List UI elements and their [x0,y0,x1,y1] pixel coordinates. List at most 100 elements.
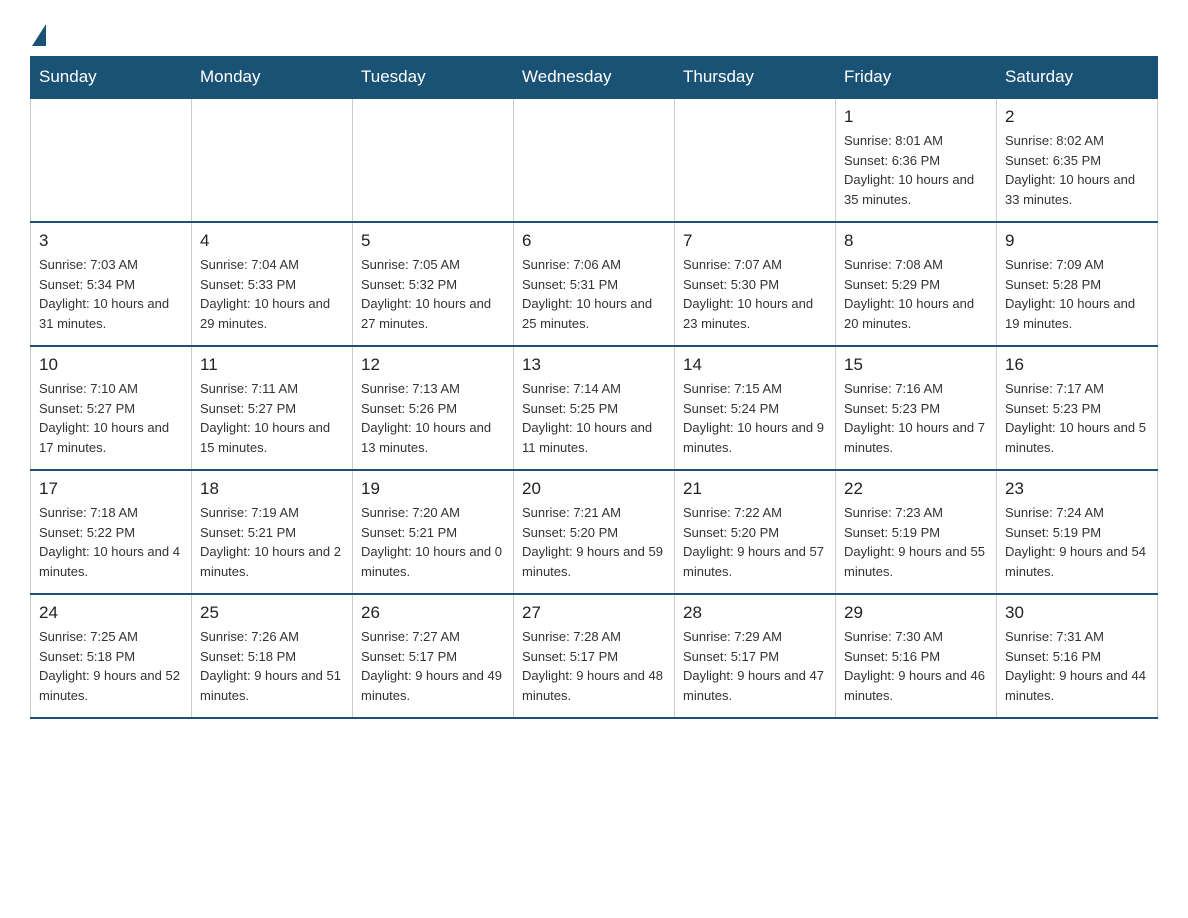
day-number: 23 [1005,479,1149,499]
table-row: 5 Sunrise: 7:05 AMSunset: 5:32 PMDaylight… [353,222,514,346]
table-row: 27Sunrise: 7:28 AMSunset: 5:17 PMDayligh… [514,594,675,718]
table-row: 24 Sunrise: 7:25 AMSunset: 5:18 PMDayligh… [31,594,192,718]
table-row: 3 Sunrise: 7:03 AMSunset: 5:34 PMDaylight… [31,222,192,346]
day-number: 14 [683,355,827,375]
table-row: 9 Sunrise: 7:09 AMSunset: 5:28 PMDaylight… [997,222,1158,346]
day-info: Sunrise: 7:29 AMSunset: 5:17 PMDaylight:… [683,627,827,705]
page-header [30,20,1158,46]
day-number: 6 [522,231,666,251]
col-saturday: Saturday [997,57,1158,99]
day-info: Sunrise: 7:14 AMSunset: 5:25 PMDaylight:… [522,379,666,457]
day-number: 3 [39,231,183,251]
table-row [675,98,836,222]
table-row: 12 Sunrise: 7:13 AMSunset: 5:26 PMDayligh… [353,346,514,470]
calendar-header-row: Sunday Monday Tuesday Wednesday Thursday… [31,57,1158,99]
day-info: Sunrise: 7:04 AMSunset: 5:33 PMDaylight:… [200,255,344,333]
table-row: 17 Sunrise: 7:18 AMSunset: 5:22 PMDayligh… [31,470,192,594]
table-row [31,98,192,222]
day-info: Sunrise: 8:01 AMSunset: 6:36 PMDaylight:… [844,131,988,209]
table-row: 7 Sunrise: 7:07 AMSunset: 5:30 PMDaylight… [675,222,836,346]
day-number: 17 [39,479,183,499]
day-info: Sunrise: 7:16 AMSunset: 5:23 PMDaylight:… [844,379,988,457]
day-info: Sunrise: 7:09 AMSunset: 5:28 PMDaylight:… [1005,255,1149,333]
day-number: 13 [522,355,666,375]
table-row: 16 Sunrise: 7:17 AMSunset: 5:23 PMDayligh… [997,346,1158,470]
day-info: Sunrise: 7:13 AMSunset: 5:26 PMDaylight:… [361,379,505,457]
table-row: 28 Sunrise: 7:29 AMSunset: 5:17 PMDayligh… [675,594,836,718]
logo [30,20,46,46]
day-info: Sunrise: 7:05 AMSunset: 5:32 PMDaylight:… [361,255,505,333]
day-number: 16 [1005,355,1149,375]
calendar-week-row: 3 Sunrise: 7:03 AMSunset: 5:34 PMDaylight… [31,222,1158,346]
table-row: 4 Sunrise: 7:04 AMSunset: 5:33 PMDaylight… [192,222,353,346]
table-row: 30 Sunrise: 7:31 AMSunset: 5:16 PMDayligh… [997,594,1158,718]
day-number: 18 [200,479,344,499]
table-row: 20Sunrise: 7:21 AMSunset: 5:20 PMDayligh… [514,470,675,594]
day-info: Sunrise: 7:17 AMSunset: 5:23 PMDaylight:… [1005,379,1149,457]
day-info: Sunrise: 7:23 AMSunset: 5:19 PMDaylight:… [844,503,988,581]
table-row [514,98,675,222]
day-info: Sunrise: 7:18 AMSunset: 5:22 PMDaylight:… [39,503,183,581]
table-row: 8 Sunrise: 7:08 AMSunset: 5:29 PMDaylight… [836,222,997,346]
table-row: 14 Sunrise: 7:15 AMSunset: 5:24 PMDayligh… [675,346,836,470]
day-number: 12 [361,355,505,375]
day-number: 25 [200,603,344,623]
day-info: Sunrise: 7:03 AMSunset: 5:34 PMDaylight:… [39,255,183,333]
day-number: 26 [361,603,505,623]
day-number: 1 [844,107,988,127]
day-info: Sunrise: 7:10 AMSunset: 5:27 PMDaylight:… [39,379,183,457]
day-info: Sunrise: 7:20 AMSunset: 5:21 PMDaylight:… [361,503,505,581]
table-row: 23 Sunrise: 7:24 AMSunset: 5:19 PMDayligh… [997,470,1158,594]
day-number: 9 [1005,231,1149,251]
day-info: Sunrise: 7:19 AMSunset: 5:21 PMDaylight:… [200,503,344,581]
logo-triangle-icon [32,24,46,46]
col-thursday: Thursday [675,57,836,99]
table-row: 25 Sunrise: 7:26 AMSunset: 5:18 PMDayligh… [192,594,353,718]
table-row: 11Sunrise: 7:11 AMSunset: 5:27 PMDayligh… [192,346,353,470]
day-info: Sunrise: 7:25 AMSunset: 5:18 PMDaylight:… [39,627,183,705]
table-row: 15 Sunrise: 7:16 AMSunset: 5:23 PMDayligh… [836,346,997,470]
day-info: Sunrise: 7:30 AMSunset: 5:16 PMDaylight:… [844,627,988,705]
day-info: Sunrise: 7:31 AMSunset: 5:16 PMDaylight:… [1005,627,1149,705]
day-info: Sunrise: 7:06 AMSunset: 5:31 PMDaylight:… [522,255,666,333]
table-row: 19 Sunrise: 7:20 AMSunset: 5:21 PMDayligh… [353,470,514,594]
calendar-week-row: 1 Sunrise: 8:01 AMSunset: 6:36 PMDaylight… [31,98,1158,222]
day-number: 10 [39,355,183,375]
day-number: 28 [683,603,827,623]
day-number: 5 [361,231,505,251]
day-info: Sunrise: 8:02 AMSunset: 6:35 PMDaylight:… [1005,131,1149,209]
calendar-week-row: 17 Sunrise: 7:18 AMSunset: 5:22 PMDayligh… [31,470,1158,594]
day-info: Sunrise: 7:27 AMSunset: 5:17 PMDaylight:… [361,627,505,705]
table-row: 22Sunrise: 7:23 AMSunset: 5:19 PMDayligh… [836,470,997,594]
table-row: 26 Sunrise: 7:27 AMSunset: 5:17 PMDayligh… [353,594,514,718]
table-row: 13 Sunrise: 7:14 AMSunset: 5:25 PMDayligh… [514,346,675,470]
calendar-week-row: 10 Sunrise: 7:10 AMSunset: 5:27 PMDayligh… [31,346,1158,470]
col-sunday: Sunday [31,57,192,99]
table-row: 21Sunrise: 7:22 AMSunset: 5:20 PMDayligh… [675,470,836,594]
col-monday: Monday [192,57,353,99]
table-row: 6 Sunrise: 7:06 AMSunset: 5:31 PMDaylight… [514,222,675,346]
day-info: Sunrise: 7:08 AMSunset: 5:29 PMDaylight:… [844,255,988,333]
day-number: 15 [844,355,988,375]
day-number: 2 [1005,107,1149,127]
col-tuesday: Tuesday [353,57,514,99]
calendar-week-row: 24 Sunrise: 7:25 AMSunset: 5:18 PMDayligh… [31,594,1158,718]
table-row: 10 Sunrise: 7:10 AMSunset: 5:27 PMDayligh… [31,346,192,470]
day-number: 7 [683,231,827,251]
day-info: Sunrise: 7:24 AMSunset: 5:19 PMDaylight:… [1005,503,1149,581]
table-row: 1 Sunrise: 8:01 AMSunset: 6:36 PMDaylight… [836,98,997,222]
day-number: 30 [1005,603,1149,623]
table-row [353,98,514,222]
table-row: 18 Sunrise: 7:19 AMSunset: 5:21 PMDayligh… [192,470,353,594]
day-info: Sunrise: 7:15 AMSunset: 5:24 PMDaylight:… [683,379,827,457]
day-info: Sunrise: 7:07 AMSunset: 5:30 PMDaylight:… [683,255,827,333]
day-info: Sunrise: 7:26 AMSunset: 5:18 PMDaylight:… [200,627,344,705]
day-info: Sunrise: 7:22 AMSunset: 5:20 PMDaylight:… [683,503,827,581]
day-number: 29 [844,603,988,623]
day-number: 4 [200,231,344,251]
day-number: 8 [844,231,988,251]
day-info: Sunrise: 7:11 AMSunset: 5:27 PMDaylight:… [200,379,344,457]
day-number: 24 [39,603,183,623]
col-friday: Friday [836,57,997,99]
day-number: 19 [361,479,505,499]
